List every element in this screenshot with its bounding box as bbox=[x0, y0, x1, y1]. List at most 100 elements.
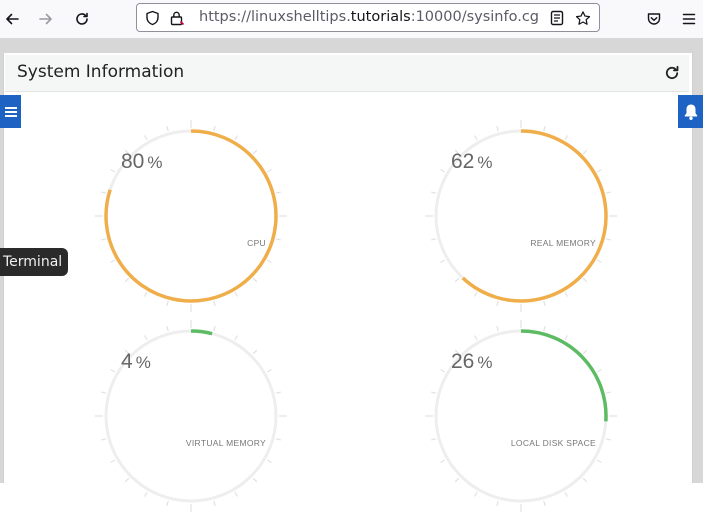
gauge-dial bbox=[425, 320, 617, 512]
gauge-dial bbox=[95, 120, 287, 312]
gauge-tick bbox=[234, 335, 238, 341]
gauge-tick bbox=[454, 477, 460, 483]
gauge-tick bbox=[252, 149, 258, 155]
gauge-tick bbox=[275, 238, 281, 241]
gauge-tick bbox=[124, 477, 130, 483]
gauge-value: 80% bbox=[121, 150, 162, 174]
gauge-tick bbox=[101, 438, 107, 441]
gauge-tick bbox=[605, 438, 611, 441]
gauge-tick bbox=[166, 300, 169, 306]
gauge-value-number: 26 bbox=[451, 350, 475, 373]
gauge-tick bbox=[440, 169, 446, 173]
url-suffix: :10000/sysinfo.cgi? bbox=[410, 9, 539, 25]
gauge-tick bbox=[252, 477, 258, 483]
gauge-tick bbox=[166, 126, 169, 132]
gauge-tick bbox=[596, 169, 602, 173]
gauge-tick bbox=[101, 391, 107, 394]
gauge-tick bbox=[543, 300, 546, 306]
gauge-tick bbox=[605, 191, 611, 194]
gauge-tick bbox=[564, 491, 568, 497]
gauge-tick bbox=[596, 369, 602, 373]
gauge-arc bbox=[520, 329, 608, 422]
gauge-tick bbox=[582, 149, 588, 155]
notifications-button[interactable] bbox=[678, 95, 703, 128]
gauge-tick bbox=[454, 277, 460, 283]
gauge-value-unit: % bbox=[135, 353, 151, 372]
gauge-real-memory: 62% REAL MEMORY bbox=[421, 116, 621, 316]
gauge-tick bbox=[440, 459, 446, 463]
gauge-local-disk-space: 26% LOCAL DISK SPACE bbox=[421, 316, 621, 516]
gauge-value: 62% bbox=[451, 150, 492, 174]
gauge-tick bbox=[101, 191, 107, 194]
gauge-tick bbox=[266, 459, 272, 463]
url-bar[interactable]: https://linuxshelltips.tutorials:10000/s… bbox=[136, 3, 600, 32]
gauge-value-unit: % bbox=[147, 153, 163, 172]
gauge-tick bbox=[266, 259, 272, 263]
gauge-tick bbox=[101, 238, 107, 241]
gauge-tick bbox=[564, 135, 568, 141]
gauge-tick bbox=[543, 500, 546, 506]
gauge-tick bbox=[252, 349, 258, 355]
gauge-tick bbox=[275, 438, 281, 441]
gauge-value: 4% bbox=[121, 350, 151, 374]
gauge-tick bbox=[582, 349, 588, 355]
gauge-tick bbox=[213, 126, 216, 132]
gauge-tick bbox=[213, 300, 216, 306]
gauge-tick bbox=[110, 369, 116, 373]
sidebar-toggle-button[interactable] bbox=[0, 95, 21, 128]
gauge-tick bbox=[564, 291, 568, 297]
url-prefix: https://linuxshelltips. bbox=[199, 9, 351, 25]
gauge-tick bbox=[166, 500, 169, 506]
gauge-tick bbox=[543, 326, 546, 332]
pocket-icon[interactable] bbox=[643, 8, 665, 30]
url-domain: tutorials bbox=[350, 9, 411, 25]
gauge-tick bbox=[582, 477, 588, 483]
reload-icon[interactable] bbox=[71, 8, 93, 30]
gauge-label: REAL MEMORY bbox=[530, 238, 596, 248]
gauge-tick bbox=[474, 491, 478, 497]
page-title: System Information bbox=[17, 62, 185, 82]
gauge-tick bbox=[543, 126, 546, 132]
gauge-tick bbox=[266, 169, 272, 173]
shield-icon[interactable] bbox=[144, 10, 160, 26]
gauge-virtual-memory: 4% VIRTUAL MEMORY bbox=[91, 316, 291, 516]
gauge-tick bbox=[496, 126, 499, 132]
terminal-tooltip: Terminal bbox=[0, 248, 69, 276]
gauge-dial bbox=[95, 320, 287, 512]
gauge-tick bbox=[213, 326, 216, 332]
gauge-tick bbox=[144, 491, 148, 497]
gauge-tick bbox=[431, 391, 437, 394]
gauge-tick bbox=[496, 500, 499, 506]
gauge-tick bbox=[110, 459, 116, 463]
gauge-tick bbox=[234, 135, 238, 141]
gauge-label: CPU bbox=[247, 238, 266, 248]
gauge-value-number: 4 bbox=[121, 350, 133, 373]
forward-arrow-icon[interactable] bbox=[35, 8, 57, 30]
gauge-value-unit: % bbox=[477, 153, 493, 172]
back-arrow-icon[interactable] bbox=[1, 8, 23, 30]
gauge-tick bbox=[252, 277, 258, 283]
gauge-tick bbox=[275, 391, 281, 394]
gauge-value-number: 80 bbox=[121, 150, 145, 173]
refresh-icon[interactable] bbox=[662, 63, 682, 83]
gauge-tick bbox=[166, 326, 169, 332]
gauge-tick bbox=[124, 277, 130, 283]
menu-icon bbox=[4, 106, 17, 117]
gauge-tick bbox=[440, 259, 446, 263]
lock-icon[interactable] bbox=[169, 10, 185, 26]
gauge-tick bbox=[431, 191, 437, 194]
gauge-tick bbox=[596, 259, 602, 263]
gauge-tick bbox=[474, 135, 478, 141]
bell-icon bbox=[684, 104, 697, 120]
gauge-tick bbox=[496, 326, 499, 332]
gauge-tick bbox=[213, 500, 216, 506]
url-text[interactable]: https://linuxshelltips.tutorials:10000/s… bbox=[199, 9, 539, 25]
hamburger-menu-icon[interactable] bbox=[678, 8, 700, 30]
gauge-tick bbox=[605, 238, 611, 241]
reader-view-icon[interactable] bbox=[549, 10, 565, 26]
gauge-tick bbox=[596, 459, 602, 463]
browser-toolbar: https://linuxshelltips.tutorials:10000/s… bbox=[0, 0, 703, 38]
gauge-tick bbox=[110, 169, 116, 173]
gauge-label: VIRTUAL MEMORY bbox=[185, 438, 266, 448]
bookmark-star-icon[interactable] bbox=[575, 10, 591, 26]
